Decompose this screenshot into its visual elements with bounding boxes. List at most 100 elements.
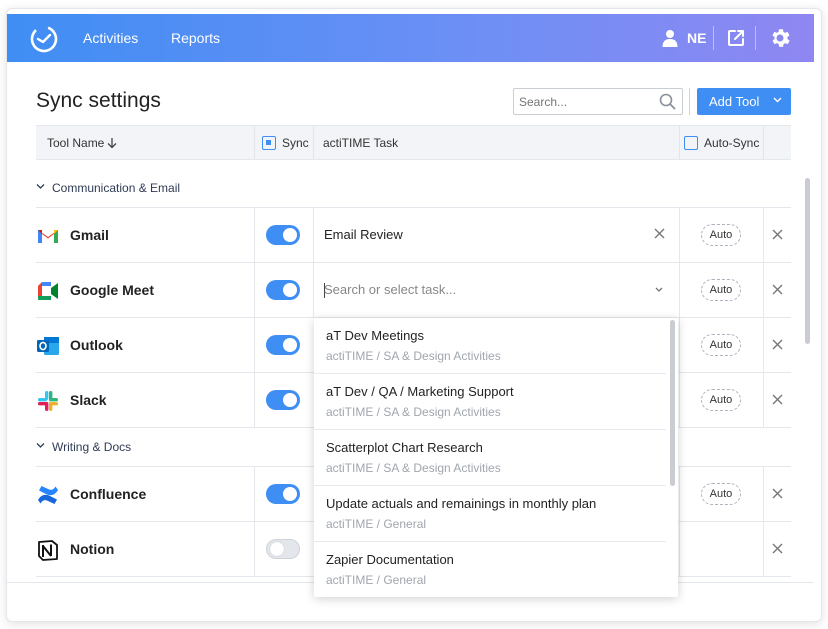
user-icon[interactable]: [661, 29, 679, 47]
sync-toggle[interactable]: [266, 539, 300, 559]
auto-sync-badge[interactable]: Auto: [701, 224, 741, 246]
option-title: aT Dev Meetings: [326, 328, 425, 343]
column-divider: [763, 126, 764, 159]
column-header-task: actiTIME Task: [323, 136, 399, 150]
dropdown-option[interactable]: Zapier Documentation actiTIME / General: [314, 542, 666, 597]
sort-arrow-down-icon[interactable]: [106, 137, 118, 149]
dropdown-option[interactable]: Scatterplot Chart Research actiTIME / SA…: [314, 430, 666, 486]
add-tool-button[interactable]: Add Tool: [697, 88, 791, 115]
column-divider: [679, 208, 680, 263]
column-divider: [313, 208, 314, 263]
table-header: Tool Name Sync actiTIME Task Auto-Sync: [36, 125, 791, 160]
column-divider: [313, 126, 314, 159]
remove-tool-icon[interactable]: [772, 543, 783, 554]
remove-tool-icon[interactable]: [772, 394, 783, 405]
page-title: Sync settings: [36, 89, 161, 112]
clock-logo-icon[interactable]: [29, 24, 59, 54]
group-label: Writing & Docs: [52, 440, 132, 454]
task-search-input[interactable]: Search or select task...: [324, 263, 456, 317]
group-header-writing-docs[interactable]: Writing & Docs: [36, 440, 131, 454]
column-divider: [254, 467, 255, 522]
column-divider: [763, 318, 764, 373]
column-divider: [254, 263, 255, 318]
outlook-icon: [37, 337, 59, 355]
remove-tool-icon[interactable]: [772, 488, 783, 499]
dropdown-scrollbar[interactable]: [670, 320, 675, 486]
column-divider: [679, 522, 680, 577]
toolbar-divider: [689, 88, 690, 115]
clear-task-icon[interactable]: [654, 228, 665, 239]
header-divider: [713, 26, 714, 50]
auto-sync-badge[interactable]: Auto: [701, 483, 741, 505]
option-path: actiTIME / SA & Design Activities: [326, 349, 501, 363]
column-divider: [254, 373, 255, 428]
add-tool-label: Add Tool: [709, 94, 760, 109]
column-divider: [679, 263, 680, 318]
google-meet-icon: [38, 282, 58, 300]
search-input[interactable]: [513, 88, 683, 115]
notion-icon: [38, 540, 58, 561]
remove-tool-icon[interactable]: [772, 229, 783, 240]
sync-toggle[interactable]: [266, 335, 300, 355]
gear-icon[interactable]: [768, 26, 792, 50]
option-title: Zapier Documentation: [326, 552, 454, 567]
column-divider: [254, 522, 255, 577]
option-title: Scatterplot Chart Research: [326, 440, 483, 455]
dropdown-option[interactable]: Update actuals and remainings in monthly…: [314, 486, 666, 542]
dropdown-option[interactable]: aT Dev / QA / Marketing Support actiTIME…: [314, 374, 666, 430]
tool-name: Outlook: [70, 337, 123, 353]
user-initials[interactable]: NE: [687, 14, 706, 62]
column-header-sync: Sync: [282, 136, 309, 150]
nav-activities[interactable]: Activities: [83, 14, 138, 62]
option-path: actiTIME / General: [326, 517, 427, 531]
option-path: actiTIME / SA & Design Activities: [326, 461, 501, 475]
sync-toggle[interactable]: [266, 484, 300, 504]
tool-name: Google Meet: [70, 282, 155, 298]
column-header-auto-sync: Auto-Sync: [704, 136, 760, 150]
column-divider: [763, 208, 764, 263]
column-divider: [679, 373, 680, 428]
table-row-google-meet: Google Meet Search or select task... Aut…: [36, 262, 791, 318]
auto-sync-badge[interactable]: Auto: [701, 389, 741, 411]
auto-sync-badge[interactable]: Auto: [701, 334, 741, 356]
column-divider: [763, 373, 764, 428]
option-path: actiTIME / SA & Design Activities: [326, 405, 501, 419]
sync-toggle[interactable]: [266, 390, 300, 410]
auto-sync-badge[interactable]: Auto: [701, 279, 741, 301]
column-divider: [763, 467, 764, 522]
chevron-down-icon: [36, 443, 45, 448]
task-value[interactable]: Email Review: [324, 208, 403, 262]
header-divider: [755, 26, 756, 50]
column-divider: [313, 263, 314, 318]
page-scrollbar[interactable]: [805, 178, 810, 344]
sync-toggle[interactable]: [266, 280, 300, 300]
column-divider: [763, 263, 764, 318]
column-divider: [254, 208, 255, 263]
dropdown-option[interactable]: aT Dev Meetings actiTIME / SA & Design A…: [314, 318, 666, 374]
remove-tool-icon[interactable]: [772, 284, 783, 295]
column-header-tool-name[interactable]: Tool Name: [47, 126, 104, 160]
column-divider: [679, 126, 680, 159]
sync-select-all-checkbox[interactable]: [262, 136, 276, 150]
slack-icon: [38, 391, 58, 411]
option-title: aT Dev / QA / Marketing Support: [326, 384, 514, 399]
tool-name: Gmail: [70, 227, 109, 243]
sync-toggle[interactable]: [266, 225, 300, 245]
option-title: Update actuals and remainings in monthly…: [326, 496, 597, 511]
tool-name: Confluence: [70, 486, 147, 502]
table-row-gmail: Gmail Email Review Auto: [36, 207, 791, 263]
column-divider: [254, 126, 255, 159]
option-path: actiTIME / General: [326, 573, 427, 587]
column-divider: [254, 318, 255, 373]
group-header-communication-email[interactable]: Communication & Email: [36, 181, 180, 195]
chevron-down-icon[interactable]: [655, 287, 663, 293]
group-label: Communication & Email: [52, 181, 181, 195]
tool-name: Slack: [70, 392, 107, 408]
search-icon[interactable]: [659, 93, 676, 110]
external-link-icon[interactable]: [727, 29, 745, 47]
chevron-down-icon: [36, 184, 45, 189]
tool-name: Notion: [70, 541, 115, 557]
remove-tool-icon[interactable]: [772, 339, 783, 350]
nav-reports[interactable]: Reports: [171, 14, 220, 62]
auto-sync-select-all-checkbox[interactable]: [684, 136, 698, 150]
